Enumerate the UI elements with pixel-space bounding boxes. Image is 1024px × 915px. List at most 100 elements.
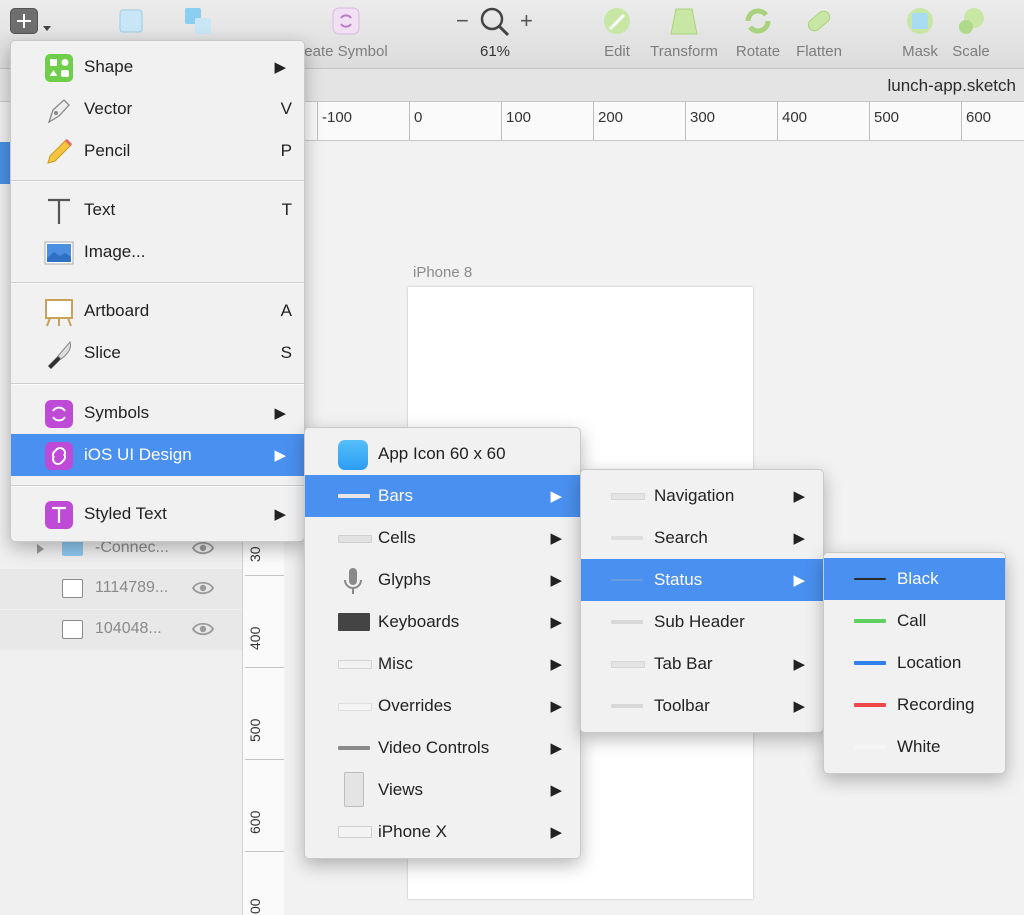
bars-thumbnail-icon xyxy=(338,494,370,498)
submenu-arrow-icon: ▶ xyxy=(550,740,562,757)
rotate-label: Rotate xyxy=(735,43,781,60)
ruler-label: 600 xyxy=(966,109,992,126)
menu-item-symbols[interactable]: Symbols ▶ xyxy=(11,392,304,434)
submenu-arrow-icon: ▶ xyxy=(793,530,805,547)
menu-item-artboard[interactable]: Artboard A xyxy=(11,290,304,332)
menu-item-label: Styled Text xyxy=(84,504,167,523)
menu-item-toolbar[interactable]: Toolbar ▶ xyxy=(581,685,823,727)
mask-button[interactable]: Mask xyxy=(898,0,942,68)
ruler-label: 30 xyxy=(247,546,263,562)
menu-item-status[interactable]: Status ▶ xyxy=(581,559,823,601)
menu-separator xyxy=(11,282,304,284)
menu-item-text[interactable]: Text T xyxy=(11,189,304,231)
disclosure-triangle-icon[interactable] xyxy=(37,544,44,554)
sub-header-thumbnail-icon xyxy=(611,620,643,624)
menu-item-shape[interactable]: Shape ▶ xyxy=(11,46,304,88)
zoom-out-button[interactable]: − xyxy=(456,8,469,34)
edit-button[interactable]: Edit xyxy=(596,0,638,68)
eye-icon[interactable] xyxy=(192,621,214,637)
menu-item-iphone-x[interactable]: iPhone X ▶ xyxy=(305,811,580,853)
menu-item-shortcut: V xyxy=(280,99,292,118)
menu-item-label: Symbols xyxy=(84,403,150,422)
eye-icon[interactable] xyxy=(192,580,214,596)
menu-item-search[interactable]: Search ▶ xyxy=(581,517,823,559)
knife-icon xyxy=(48,341,71,369)
ios-ui-design-submenu: App Icon 60 x 60 Bars ▶ Cells ▶ Glyphs ▶… xyxy=(304,427,581,859)
submenu-arrow-icon: ▶ xyxy=(550,572,562,589)
scale-button[interactable]: Scale xyxy=(950,0,992,68)
styled-text-icon xyxy=(45,501,73,529)
ruler-label: 400 xyxy=(247,626,263,650)
menu-item-white[interactable]: White xyxy=(824,726,1005,768)
image-layer-icon xyxy=(62,620,83,639)
menu-item-image[interactable]: Image... xyxy=(11,231,304,273)
layer-row[interactable]: 104048... xyxy=(0,610,242,650)
layer-row[interactable]: 1114789... xyxy=(0,569,242,609)
menu-item-label: Keyboards xyxy=(378,612,460,631)
menu-item-vector[interactable]: Vector V xyxy=(11,88,304,130)
menu-item-call[interactable]: Call xyxy=(824,600,1005,642)
rotate-button[interactable]: Rotate xyxy=(732,0,784,68)
menu-item-app-icon[interactable]: App Icon 60 x 60 xyxy=(305,433,580,475)
menu-item-glyphs[interactable]: Glyphs ▶ xyxy=(305,559,580,601)
ruler-label: 100 xyxy=(506,109,532,126)
menu-item-video-controls[interactable]: Video Controls ▶ xyxy=(305,727,580,769)
menu-item-label: White xyxy=(897,737,941,756)
transform-button[interactable]: Transform xyxy=(646,0,722,68)
text-icon xyxy=(48,198,70,224)
group-icon xyxy=(119,9,143,33)
overrides-thumbnail-icon xyxy=(338,703,372,711)
menu-item-pencil[interactable]: Pencil P xyxy=(11,130,304,172)
menu-item-views[interactable]: Views ▶ xyxy=(305,769,580,811)
menu-item-label: Artboard xyxy=(84,301,150,320)
menu-item-black[interactable]: Black xyxy=(824,558,1005,600)
menu-separator xyxy=(11,383,304,385)
menu-item-cells[interactable]: Cells ▶ xyxy=(305,517,580,559)
menu-item-label: Cells xyxy=(378,528,416,547)
search-bar-thumbnail-icon xyxy=(611,536,643,540)
cells-thumbnail-icon xyxy=(338,535,372,543)
folder-icon xyxy=(62,540,83,556)
black-status-swatch-icon xyxy=(854,578,886,580)
menu-item-shortcut: A xyxy=(280,301,292,320)
menu-separator xyxy=(11,180,304,182)
flatten-button[interactable]: Flatten xyxy=(792,0,846,68)
menu-item-label: Sub Header xyxy=(654,612,745,631)
menu-item-location[interactable]: Location xyxy=(824,642,1005,684)
submenu-arrow-icon: ▶ xyxy=(793,698,805,715)
menu-item-shortcut: T xyxy=(281,200,292,219)
submenu-arrow-icon: ▶ xyxy=(274,59,286,76)
zoom-magnifier-icon[interactable] xyxy=(478,5,512,39)
zoom-in-button[interactable]: + xyxy=(520,8,533,34)
menu-item-bars[interactable]: Bars ▶ xyxy=(305,475,580,517)
chevron-down-icon[interactable] xyxy=(43,26,51,31)
artboard-label[interactable]: iPhone 8 xyxy=(413,264,472,281)
submenu-arrow-icon: ▶ xyxy=(550,614,562,631)
eye-icon[interactable] xyxy=(192,540,214,556)
menu-item-recording[interactable]: Recording xyxy=(824,684,1005,726)
menu-item-shortcut: S xyxy=(280,343,292,362)
menu-item-ios-ui-design[interactable]: iOS UI Design ▶ xyxy=(11,434,304,476)
submenu-arrow-icon: ▶ xyxy=(550,530,562,547)
menu-item-misc[interactable]: Misc ▶ xyxy=(305,643,580,685)
submenu-arrow-icon: ▶ xyxy=(274,447,286,464)
menu-item-keyboards[interactable]: Keyboards ▶ xyxy=(305,601,580,643)
ruler-label: 200 xyxy=(598,109,624,126)
menu-item-overrides[interactable]: Overrides ▶ xyxy=(305,685,580,727)
menu-item-navigation[interactable]: Navigation ▶ xyxy=(581,475,823,517)
misc-thumbnail-icon xyxy=(338,660,372,669)
menu-item-label: Views xyxy=(378,780,424,799)
menu-item-sub-header[interactable]: Sub Header xyxy=(581,601,823,643)
menu-item-label: Misc xyxy=(378,654,413,673)
insert-button[interactable] xyxy=(10,8,38,34)
create-symbol-button[interactable]: eate Symbol xyxy=(300,0,392,68)
toolbar-thumbnail-icon xyxy=(611,704,643,708)
menu-item-shortcut: P xyxy=(280,141,292,160)
ruler-label: 500 xyxy=(874,109,900,126)
menu-item-styled-text[interactable]: Styled Text ▶ xyxy=(11,493,304,535)
menu-item-tab-bar[interactable]: Tab Bar ▶ xyxy=(581,643,823,685)
submenu-arrow-icon: ▶ xyxy=(793,488,805,505)
create-symbol-label: eate Symbol xyxy=(304,43,388,60)
layer-name: 1114789... xyxy=(95,579,169,596)
menu-item-slice[interactable]: Slice S xyxy=(11,332,304,374)
